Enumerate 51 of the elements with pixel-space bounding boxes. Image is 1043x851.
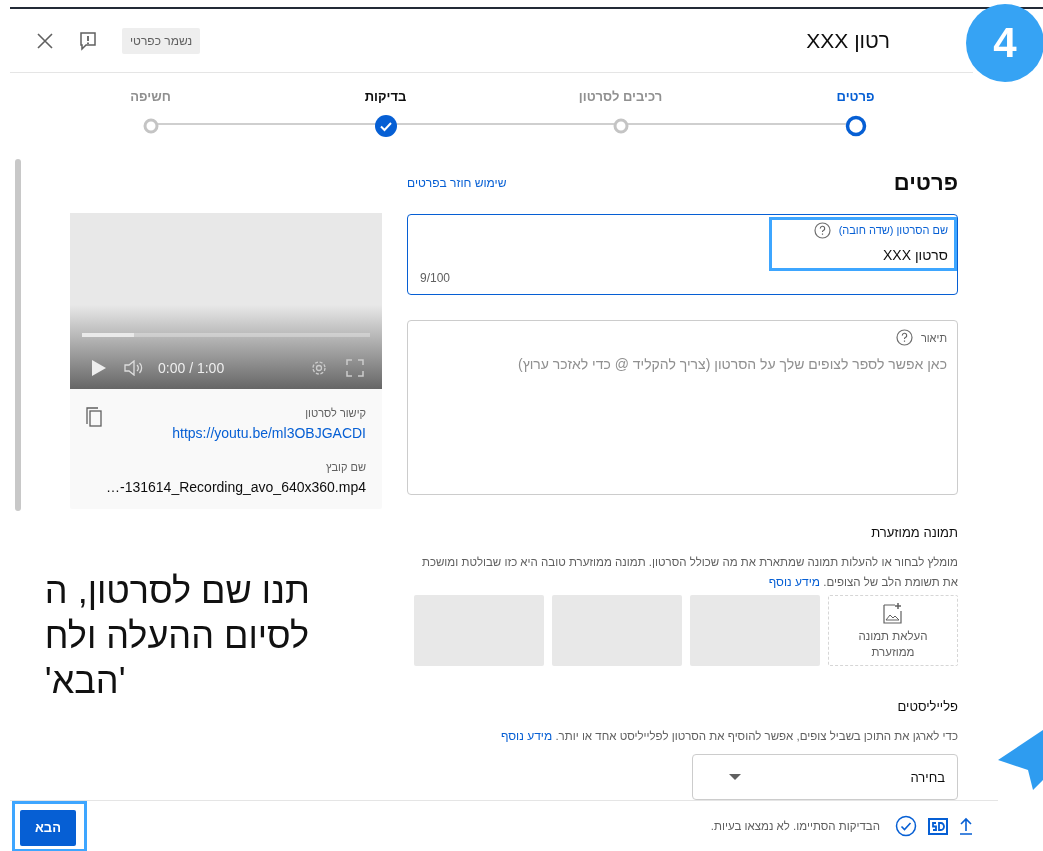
file-name-label: שם קובץ — [326, 461, 366, 473]
section-heading: תמונה ממוזערת — [870, 525, 958, 540]
copy-icon[interactable] — [86, 407, 102, 427]
close-icon[interactable] — [36, 31, 54, 50]
video-link-label: קישור לסרטון — [305, 407, 366, 419]
thumbnail-description: מומלץ לבחור או להעלות תמונה שמתארת את מה שכולל הסרטון. תמונה ממוזערת טובה היא כזו שבולטת ומושכת את תשומת הלב של הצופים. מידע נוסף — [421, 555, 958, 591]
upload-icon — [959, 817, 973, 835]
fullscreen-icon[interactable] — [346, 359, 364, 377]
next-button[interactable]: הבא — [20, 809, 76, 846]
field-label: תיאור — [920, 331, 947, 344]
step-label[interactable]: פרטים — [836, 89, 875, 106]
play-icon[interactable] — [92, 360, 106, 376]
check-circle-icon — [895, 815, 917, 837]
volume-icon[interactable] — [124, 360, 144, 376]
callout-text: 'הבא' — [44, 659, 126, 703]
character-counter: 9/100 — [420, 271, 451, 286]
playlist-dropdown[interactable]: בחירה — [692, 754, 958, 800]
video-player[interactable]: 0:00 / 1:00 — [70, 213, 382, 389]
step-check-icon[interactable] — [374, 115, 397, 137]
video-link[interactable]: https://youtu.be/ml3OBJGACDI — [172, 425, 366, 441]
step-badge: 4 — [966, 4, 1043, 82]
placeholder-text: כאן אפשר לספר לצופים שלך על הסרטון (צריך להקליד @ כדי לאזכר ערוץ) — [518, 356, 947, 373]
help-icon[interactable] — [813, 221, 831, 239]
learn-more-link[interactable]: מידע נוסף — [768, 575, 821, 589]
step-label[interactable]: בדיקות — [364, 89, 407, 106]
caret-icon — [729, 774, 741, 780]
callout-text: תנו שם לסרטון, ה — [44, 569, 310, 613]
step-label[interactable]: חשיפה — [130, 89, 171, 106]
dialog-title: רטון XXX — [806, 28, 890, 53]
field-value: סרטון XXX — [883, 246, 948, 263]
scrollbar[interactable] — [15, 159, 21, 511]
settings-icon[interactable] — [310, 359, 328, 377]
field-label: שם הסרטון (שדה חובה) — [838, 224, 948, 236]
help-icon[interactable] — [895, 329, 913, 347]
step-circle-icon[interactable] — [844, 115, 867, 137]
add-image-icon — [883, 601, 903, 624]
playlist-description: כדי לארגן את התוכן בשביל צופים, אפשר להוסיף את הסרטון לפלייליסט אחד או יותר. מידע נוסף — [499, 728, 958, 745]
learn-more-link[interactable]: מידע נוסף — [500, 729, 553, 743]
reuse-details-link[interactable]: שימוש חוזר בפרטים — [407, 175, 507, 190]
checks-status: הבדיקות הסתיימו. לא נמצאו בעיות. — [710, 820, 880, 832]
section-heading: פרטים — [893, 169, 958, 196]
description-input-field[interactable]: תיאור כאן אפשר לספר לצופים שלך על הסרטון (צריך להקליד @ כדי לאזכר ערוץ) — [407, 320, 958, 495]
upload-thumbnail-button[interactable]: העלאת תמונה ממוזערת — [828, 595, 958, 666]
step-label[interactable]: רכיבים לסרטון — [578, 89, 663, 106]
file-name: …-131614_Recording_avo_640x360.mp4 — [106, 479, 366, 495]
feedback-icon[interactable] — [78, 30, 98, 51]
save-status-chip: נשמר כפרטי — [122, 27, 201, 54]
section-heading: פלייליסטים — [896, 699, 958, 714]
callout-text: לסיום ההעלה ולח — [44, 614, 310, 658]
sd-icon — [928, 817, 948, 835]
video-time: 0:00 / 1:00 — [158, 360, 225, 376]
